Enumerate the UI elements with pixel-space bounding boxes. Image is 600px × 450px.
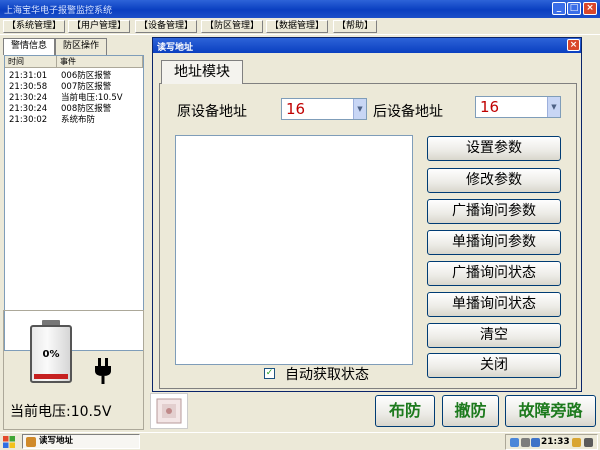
event-time: 21:30:58 bbox=[9, 82, 48, 92]
device-thumbnail bbox=[150, 393, 188, 429]
device-image-icon bbox=[156, 398, 182, 424]
chevron-down-icon[interactable]: ▼ bbox=[547, 97, 560, 117]
broadcast-query-status-button[interactable]: 广播询问状态 bbox=[427, 261, 561, 286]
event-time: 21:31:01 bbox=[9, 71, 48, 81]
battery-icon: 0% bbox=[30, 325, 72, 383]
close-icon[interactable]: × bbox=[583, 2, 597, 15]
tab-zone-operation[interactable]: 防区操作 bbox=[55, 38, 107, 55]
event-time: 21:30:02 bbox=[9, 115, 48, 125]
new-address-value: 16 bbox=[480, 98, 500, 116]
close-button[interactable]: 关闭 bbox=[427, 353, 561, 378]
chevron-down-icon[interactable]: ▼ bbox=[353, 99, 366, 119]
battery-percent: 0% bbox=[42, 349, 60, 360]
tab-address-module[interactable]: 地址模块 bbox=[161, 60, 243, 84]
menu-zones[interactable]: 【防区管理】 bbox=[201, 20, 264, 33]
clock: 21:33 bbox=[541, 437, 570, 447]
event-row[interactable]: 21:31:01 006防区报警 bbox=[5, 71, 143, 82]
menu-help[interactable]: 【帮助】 bbox=[333, 20, 378, 33]
event-text: 006防区报警 bbox=[61, 71, 112, 81]
menu-data[interactable]: 【数据管理】 bbox=[266, 20, 329, 33]
maximize-icon[interactable]: □ bbox=[567, 2, 581, 15]
address-dialog: 读写地址 × 地址模块 原设备地址 16 ▼ 后设备地址 16 ▼ 设置参数 修… bbox=[152, 37, 582, 392]
keyboard-icon[interactable] bbox=[521, 438, 530, 447]
disarm-button[interactable]: 撤防 bbox=[442, 395, 499, 427]
dialog-title: 读写地址 bbox=[157, 43, 194, 53]
orig-address-select[interactable]: 16 ▼ bbox=[281, 98, 367, 120]
clear-button[interactable]: 清空 bbox=[427, 323, 561, 348]
bypass-button[interactable]: 故障旁路 bbox=[505, 395, 596, 427]
power-plug-icon bbox=[95, 358, 111, 384]
taskbar-item-address-dialog[interactable]: 读写地址 bbox=[22, 434, 140, 449]
event-row[interactable]: 21:30:24 008防区报警 bbox=[5, 104, 143, 115]
set-params-button[interactable]: 设置参数 bbox=[427, 136, 561, 161]
dialog-titlebar: 读写地址 × bbox=[153, 38, 581, 53]
taskbar-item-label: 读写地址 bbox=[39, 436, 74, 446]
tab-alarm-info[interactable]: 警情信息 bbox=[3, 38, 55, 55]
event-row[interactable]: 21:30:02 系统布防 bbox=[5, 115, 143, 126]
column-event[interactable]: 事件 bbox=[57, 56, 143, 68]
modify-params-button[interactable]: 修改参数 bbox=[427, 168, 561, 193]
network-icon[interactable] bbox=[510, 438, 519, 447]
menu-devices[interactable]: 【设备管理】 bbox=[135, 20, 198, 33]
system-tray: 21:33 bbox=[505, 434, 598, 450]
event-time: 21:30:24 bbox=[9, 104, 48, 114]
event-row[interactable]: 21:30:24 当前电压:10.5V bbox=[5, 93, 143, 104]
minimize-icon[interactable]: _ bbox=[552, 2, 566, 15]
app-title: 上海宝华电子报警监控系统 bbox=[4, 6, 113, 16]
volume-icon[interactable] bbox=[572, 438, 581, 447]
auto-status-checkbox[interactable]: ✓ bbox=[264, 368, 275, 379]
column-time[interactable]: 时间 bbox=[5, 56, 57, 68]
battery-level-fill bbox=[34, 374, 68, 379]
event-text: 008防区报警 bbox=[61, 104, 112, 114]
arm-button[interactable]: 布防 bbox=[375, 395, 435, 427]
orig-address-value: 16 bbox=[286, 100, 306, 118]
tray-device-icon[interactable] bbox=[584, 438, 593, 447]
dialog-close-icon[interactable]: × bbox=[567, 39, 580, 51]
orig-address-label: 原设备地址 bbox=[177, 104, 247, 120]
language-icon[interactable] bbox=[531, 438, 540, 447]
left-panel: 警情信息 防区操作 时间 事件 21:31:01 006防区报警 21:30:5… bbox=[3, 38, 146, 430]
taskbar: 读写地址 21:33 bbox=[0, 432, 600, 450]
app-icon bbox=[26, 437, 36, 447]
new-address-select[interactable]: 16 ▼ bbox=[475, 96, 561, 118]
menu-bar: 【系统管理】 【用户管理】 【设备管理】 【防区管理】 【数据管理】 【帮助】 bbox=[0, 18, 600, 35]
result-textarea[interactable] bbox=[175, 135, 413, 365]
app-titlebar: 上海宝华电子报警监控系统 _ □ × bbox=[0, 0, 600, 18]
auto-status-label: 自动获取状态 bbox=[285, 367, 369, 383]
menu-system[interactable]: 【系统管理】 bbox=[3, 20, 66, 33]
event-text: 当前电压:10.5V bbox=[61, 93, 123, 103]
battery-panel: 0% 当前电压:10.5V bbox=[3, 310, 144, 430]
new-address-label: 后设备地址 bbox=[373, 104, 443, 120]
windows-start-icon[interactable] bbox=[2, 435, 16, 449]
event-text: 007防区报警 bbox=[61, 82, 112, 92]
event-time: 21:30:24 bbox=[9, 93, 48, 103]
current-voltage-label: 当前电压:10.5V bbox=[10, 404, 112, 420]
event-list[interactable]: 时间 事件 21:31:01 006防区报警 21:30:58 007防区报警 … bbox=[4, 55, 144, 351]
unicast-query-status-button[interactable]: 单播询问状态 bbox=[427, 292, 561, 317]
event-list-header: 时间 事件 bbox=[5, 56, 143, 68]
event-text: 系统布防 bbox=[61, 115, 96, 125]
event-row[interactable]: 21:30:58 007防区报警 bbox=[5, 82, 143, 93]
broadcast-query-params-button[interactable]: 广播询问参数 bbox=[427, 199, 561, 224]
menu-users[interactable]: 【用户管理】 bbox=[68, 20, 131, 33]
unicast-query-params-button[interactable]: 单播询问参数 bbox=[427, 230, 561, 255]
